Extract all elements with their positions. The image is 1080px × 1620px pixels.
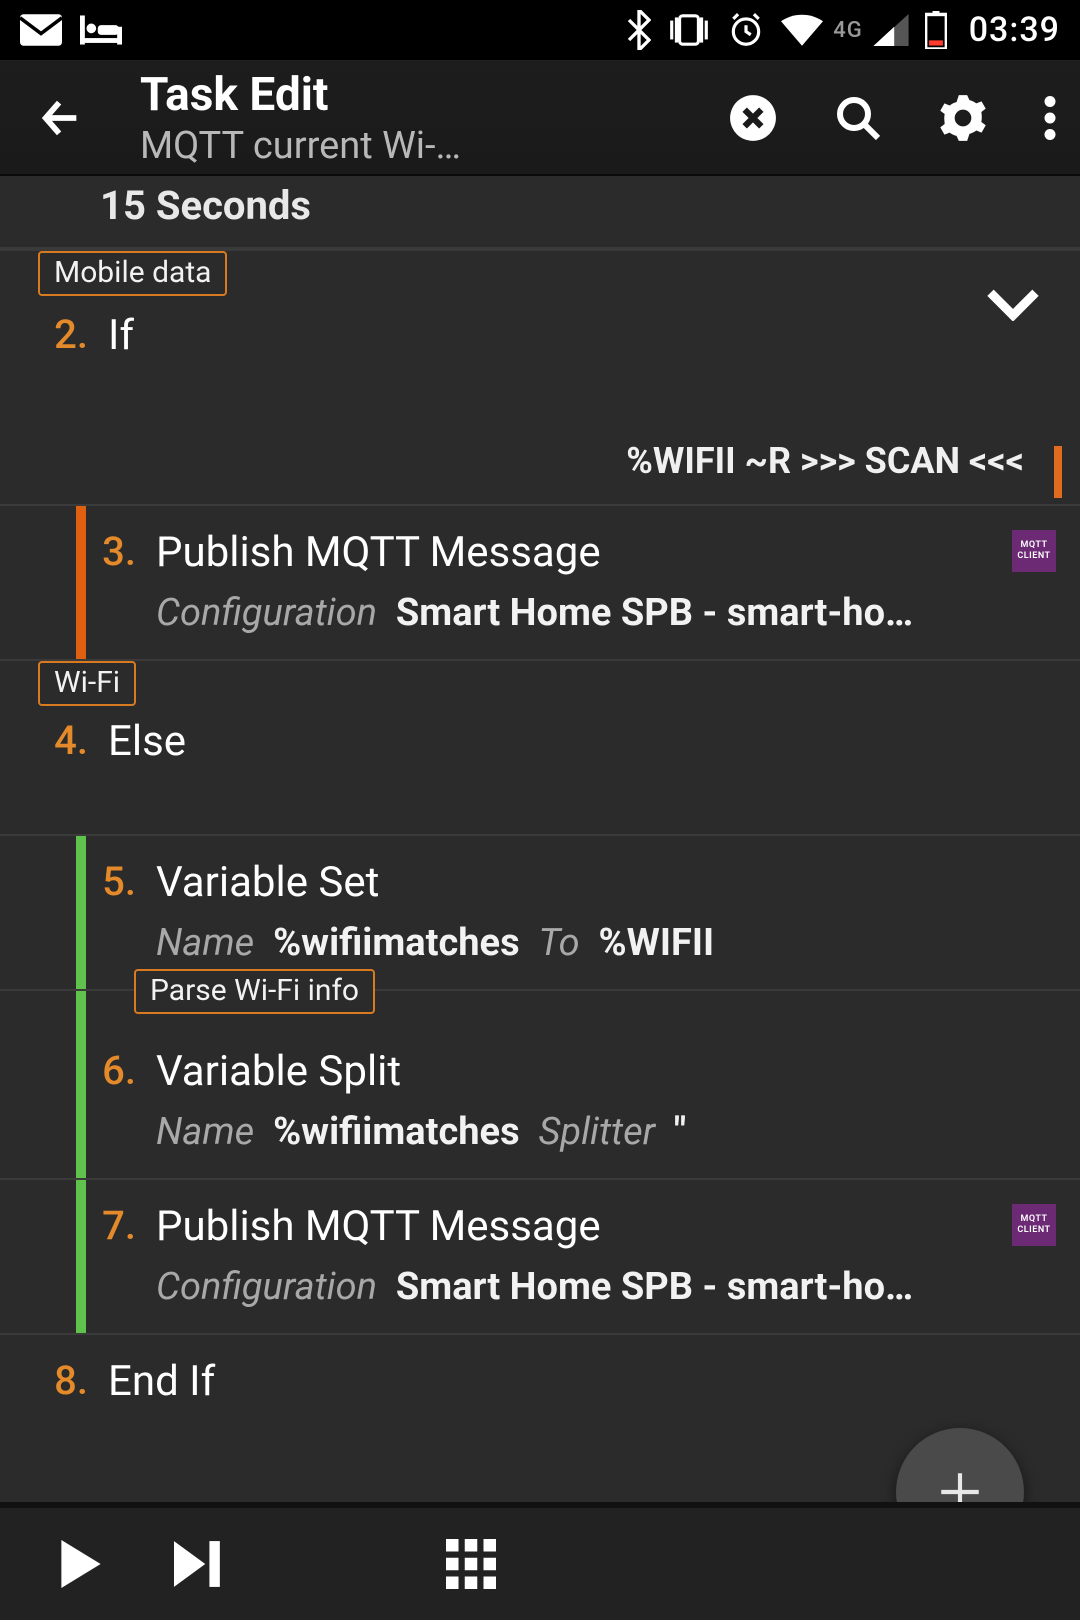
- hotel-icon: [80, 14, 122, 46]
- play-button[interactable]: [60, 1540, 102, 1588]
- step-title: Variable Split: [156, 1047, 1062, 1096]
- page-title: Task Edit: [140, 68, 728, 122]
- nest-bar: [76, 506, 86, 659]
- step-detail: Configuration Smart Home SPB - smart-ho…: [156, 591, 1062, 635]
- step-title: Variable Set: [156, 858, 1062, 907]
- step-title: Else: [108, 717, 1062, 766]
- android-status-bar: 4G 03:39: [0, 0, 1080, 60]
- step-button[interactable]: [174, 1541, 224, 1587]
- status-clock: 03:39: [963, 10, 1060, 50]
- step-title: If: [108, 311, 1062, 360]
- if-condition: %WIFII ~R >>> SCAN <<<: [0, 384, 1080, 486]
- prev-action-tail[interactable]: 15 Seconds: [0, 176, 1080, 249]
- network-type: 4G: [833, 18, 863, 43]
- label-chip: Parse Wi-Fi info: [134, 969, 375, 1014]
- action-row-7[interactable]: 7. Publish MQTT Message Configuration Sm…: [0, 1178, 1080, 1333]
- bottom-toolbar: [0, 1502, 1080, 1620]
- alarm-icon: [727, 11, 765, 49]
- settings-button[interactable]: [938, 93, 988, 143]
- back-button[interactable]: [38, 95, 84, 141]
- overflow-menu[interactable]: [1044, 96, 1056, 140]
- action-row-5[interactable]: 5. Variable Set Name %wifiimatches To %W…: [0, 834, 1080, 989]
- clear-button[interactable]: [728, 93, 778, 143]
- step-number: 2.: [38, 311, 96, 358]
- chevron-down-icon[interactable]: [986, 287, 1040, 321]
- action-row-2[interactable]: Mobile data 2. If %WIFII ~R >>> SCAN <<<: [0, 249, 1080, 504]
- nest-bar: [76, 836, 86, 989]
- battery-icon: [925, 11, 947, 49]
- grid-button[interactable]: [446, 1539, 496, 1589]
- nest-bar: [76, 1180, 86, 1333]
- action-row-6[interactable]: Parse Wi-Fi info 6. Variable Split Name …: [0, 989, 1080, 1178]
- app-bar: Task Edit MQTT current Wi-Fi…: [0, 60, 1080, 176]
- action-row-4[interactable]: Wi-Fi 4. Else: [0, 659, 1080, 834]
- step-number: 3.: [94, 528, 144, 575]
- step-number: 7.: [94, 1202, 144, 1249]
- step-title: Publish MQTT Message: [156, 1202, 1062, 1251]
- step-number: 6.: [94, 1047, 144, 1094]
- wifi-icon: [781, 13, 823, 47]
- step-number: 5.: [94, 858, 144, 905]
- action-row-8[interactable]: 8. End If: [0, 1333, 1080, 1430]
- step-detail: Name %wifiimatches Splitter ": [156, 1110, 1062, 1154]
- label-chip: Mobile data: [38, 251, 227, 296]
- step-detail: Name %wifiimatches To %WIFII: [156, 921, 1062, 965]
- step-number: 4.: [38, 717, 96, 764]
- label-chip: Wi-Fi: [38, 661, 136, 706]
- action-row-3[interactable]: 3. Publish MQTT Message Configuration Sm…: [0, 504, 1080, 659]
- signal-icon: [873, 14, 909, 46]
- action-list[interactable]: 15 Seconds Mobile data 2. If %WIFII ~R >…: [0, 176, 1080, 1502]
- nest-bar: [76, 991, 86, 1178]
- vibrate-icon: [667, 12, 711, 48]
- mqtt-plugin-icon: MQTTCLIENT: [1012, 1204, 1056, 1246]
- bluetooth-icon: [627, 10, 651, 50]
- step-title: End If: [108, 1357, 1062, 1406]
- step-detail: Configuration Smart Home SPB - smart-ho…: [156, 1265, 1062, 1309]
- page-subtitle: MQTT current Wi-Fi…: [140, 124, 470, 168]
- search-button[interactable]: [834, 94, 882, 142]
- condition-marker: [1054, 446, 1062, 498]
- mail-icon: [20, 14, 62, 46]
- step-number: 8.: [38, 1357, 96, 1404]
- step-title: Publish MQTT Message: [156, 528, 1062, 577]
- mqtt-plugin-icon: MQTTCLIENT: [1012, 530, 1056, 572]
